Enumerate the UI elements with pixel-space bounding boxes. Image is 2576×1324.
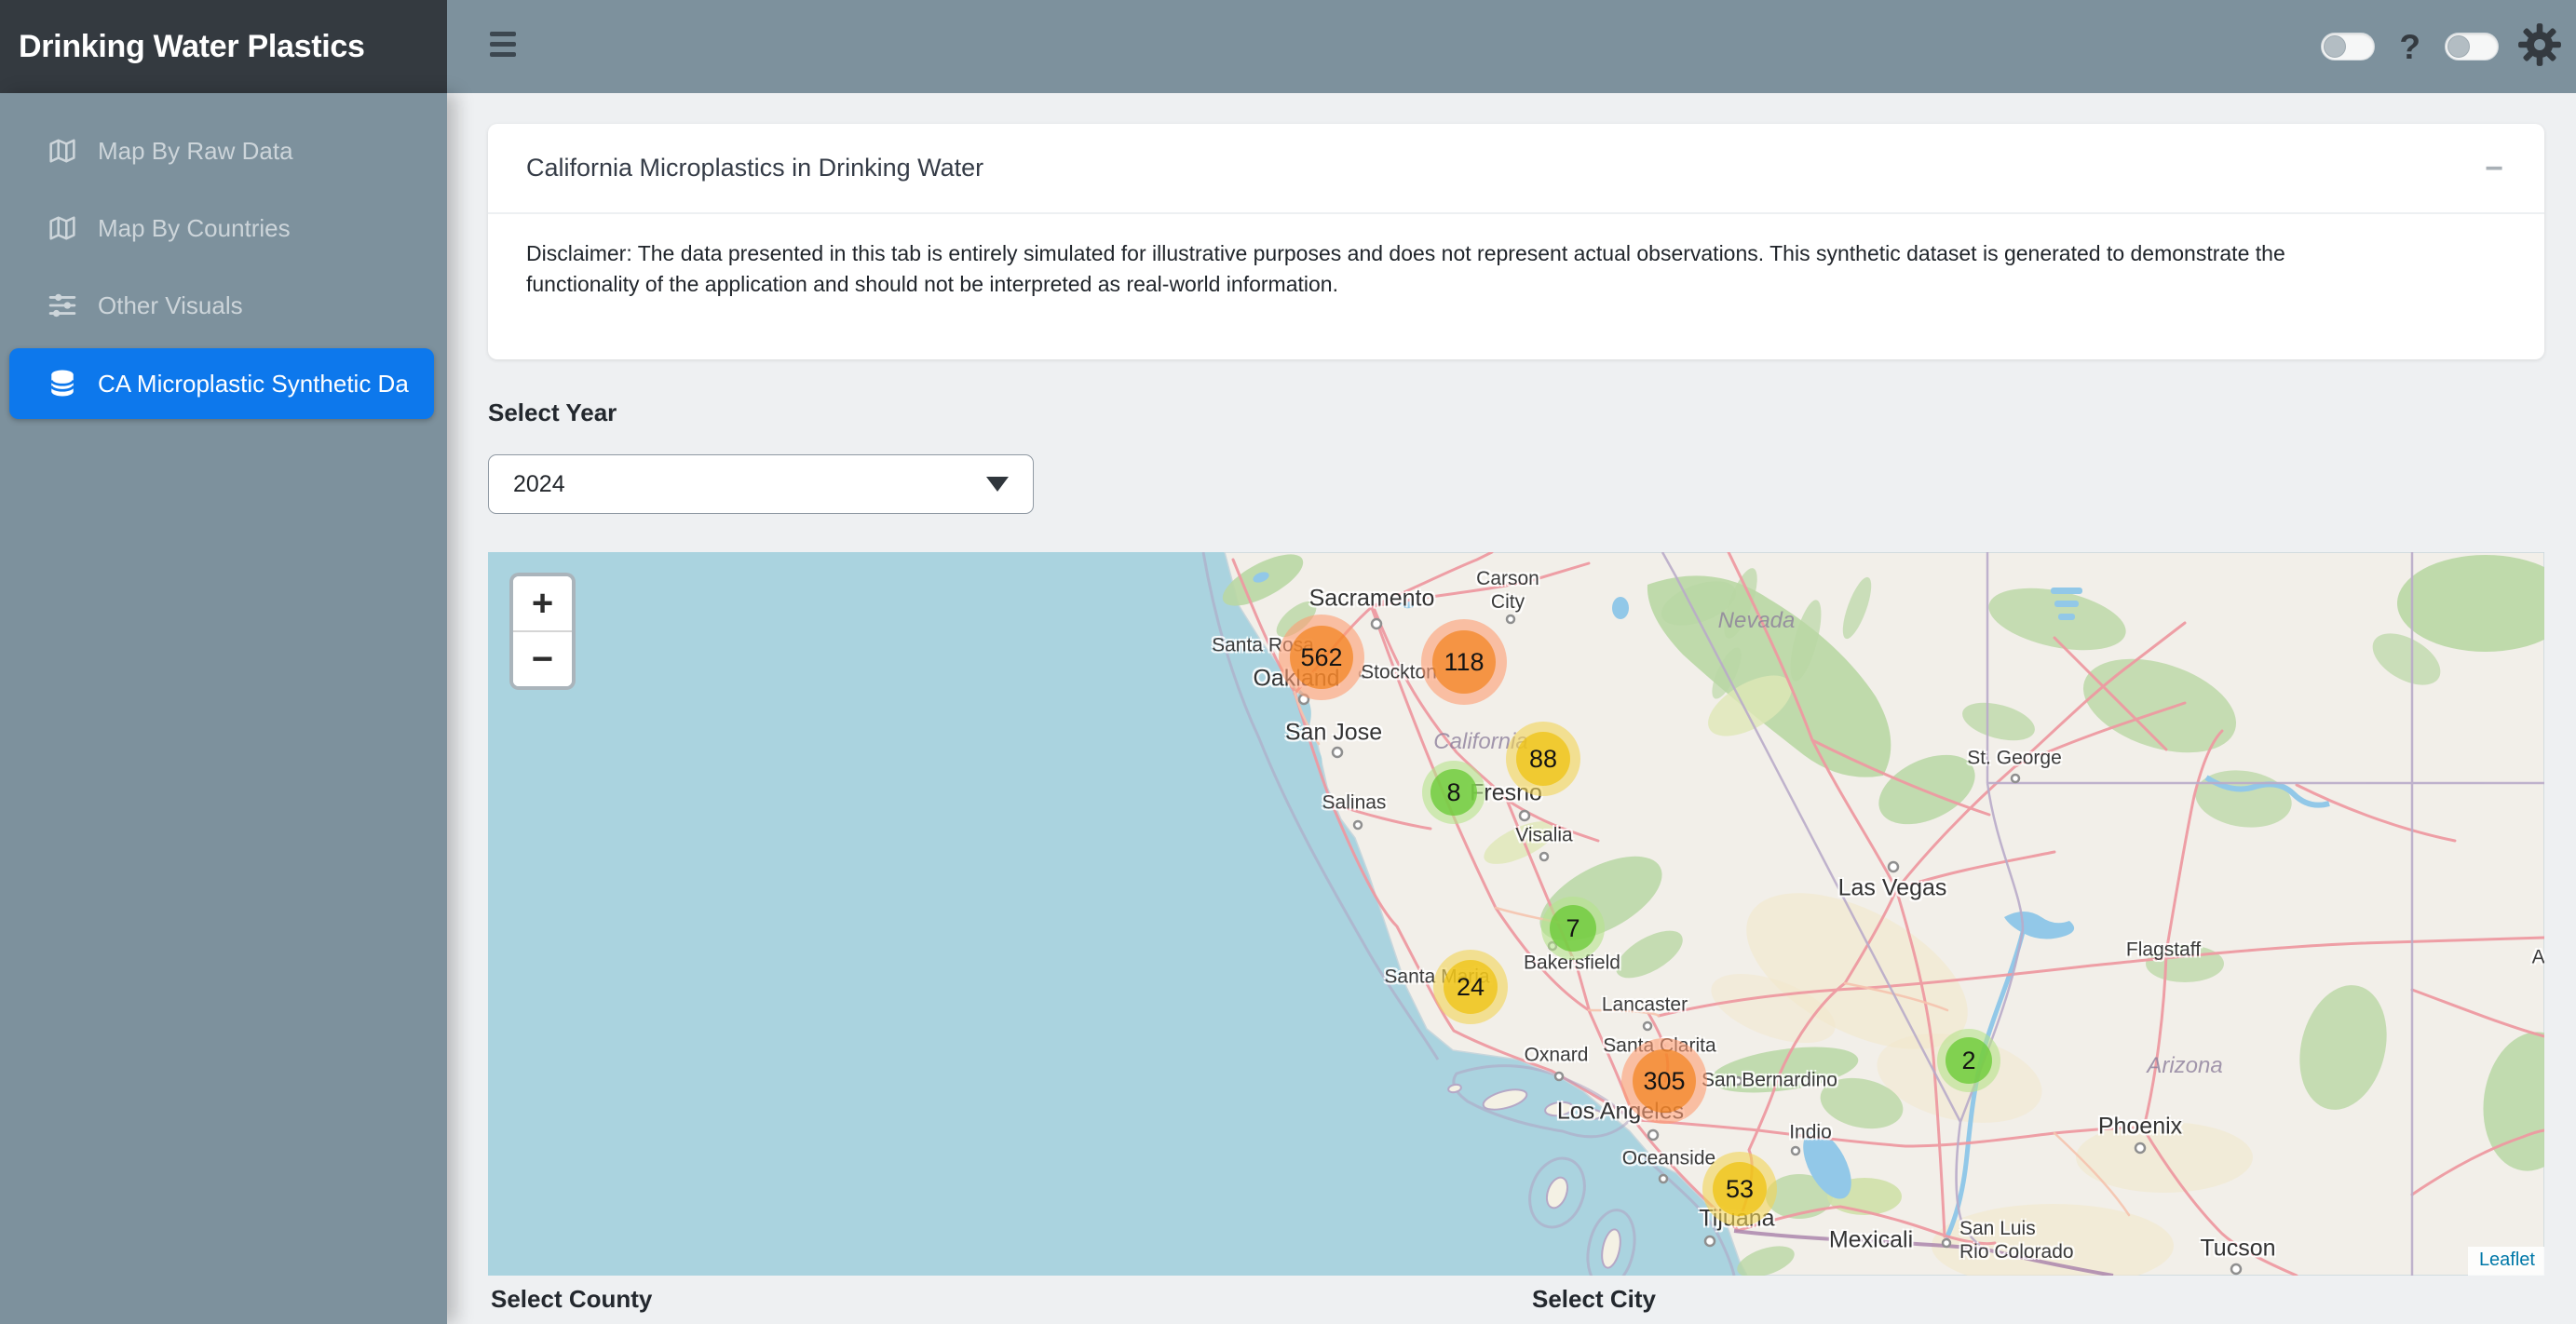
cluster-marker-8[interactable]: 8 [1422,761,1485,824]
zoom-out-button[interactable]: − [513,632,572,686]
database-icon [47,369,80,399]
year-dropdown-value: 2024 [513,471,565,498]
sidebar-item-map-by-countries[interactable]: Map By Countries [9,193,434,263]
cluster-marker-53[interactable]: 53 [1702,1152,1777,1226]
cluster-marker-2[interactable]: 2 [1937,1029,2000,1092]
sidebar-item-label: Other Visuals [98,291,243,320]
toggle-switch-left[interactable] [2321,33,2375,61]
cluster-marker-305[interactable]: 305 [1621,1038,1707,1124]
disclaimer-line-2: functionality of the application and sho… [526,269,2507,300]
gear-icon[interactable] [2517,22,2562,72]
sidebar-item-map-by-raw-data[interactable]: Map By Raw Data [9,115,434,186]
app-brand-title: Drinking Water Plastics [0,0,447,93]
year-dropdown[interactable]: 2024 [488,454,1034,514]
cluster-marker-7[interactable]: 7 [1541,897,1605,960]
sidebar-item-other-visuals[interactable]: Other Visuals [9,270,434,341]
disclaimer-text: Disclaimer: The data presented in this t… [488,214,2544,301]
select-county-label: Select County [491,1285,652,1314]
cluster-marker-118[interactable]: 118 [1421,619,1507,705]
sidebar-nav: Map By Raw Data Map By Countries Other V… [0,93,447,1324]
help-icon[interactable]: ? [2399,30,2420,64]
leaflet-attribution: Leaflet [2468,1247,2544,1276]
top-navbar: ? [447,0,2576,93]
cluster-marker-88[interactable]: 88 [1506,722,1580,796]
cluster-marker-562[interactable]: 562 [1279,615,1364,700]
collapse-button[interactable]: − [2485,153,2503,184]
toggle-knob [2447,35,2470,58]
map-icon [47,136,80,166]
disclaimer-card: California Microplastics in Drinking Wat… [488,124,2544,359]
map-icon [47,213,80,243]
sidebar-item-ca-microplastic-synthetic-data[interactable]: CA Microplastic Synthetic Da [9,348,434,419]
chevron-down-icon [986,477,1009,492]
leaflet-link[interactable]: Leaflet [2479,1250,2535,1270]
sidebar-item-label: Map By Countries [98,214,291,243]
app-window: Drinking Water Plastics ? [0,0,2576,1324]
hamburger-icon[interactable] [490,32,518,60]
card-header: California Microplastics in Drinking Wat… [488,124,2544,214]
cluster-marker-24[interactable]: 24 [1433,950,1508,1024]
sidebar-item-label: Map By Raw Data [98,137,293,166]
select-year-label: Select Year [488,399,617,427]
sidebar-item-label: CA Microplastic Synthetic Da [98,370,409,399]
map-cluster-layer: 562118888724305253 [488,552,2544,1276]
map-zoom-control: + − [509,573,576,690]
sliders-icon [47,290,80,320]
zoom-in-button[interactable]: + [513,576,572,632]
toggle-switch-right[interactable] [2445,33,2499,61]
leaflet-map[interactable]: SacramentoCarson CitySanta RosaOaklandSt… [488,552,2544,1276]
toggle-knob [2324,35,2346,58]
disclaimer-line-1: Disclaimer: The data presented in this t… [526,238,2507,269]
card-title: California Microplastics in Drinking Wat… [526,154,983,182]
select-city-label: Select City [1532,1285,1656,1314]
